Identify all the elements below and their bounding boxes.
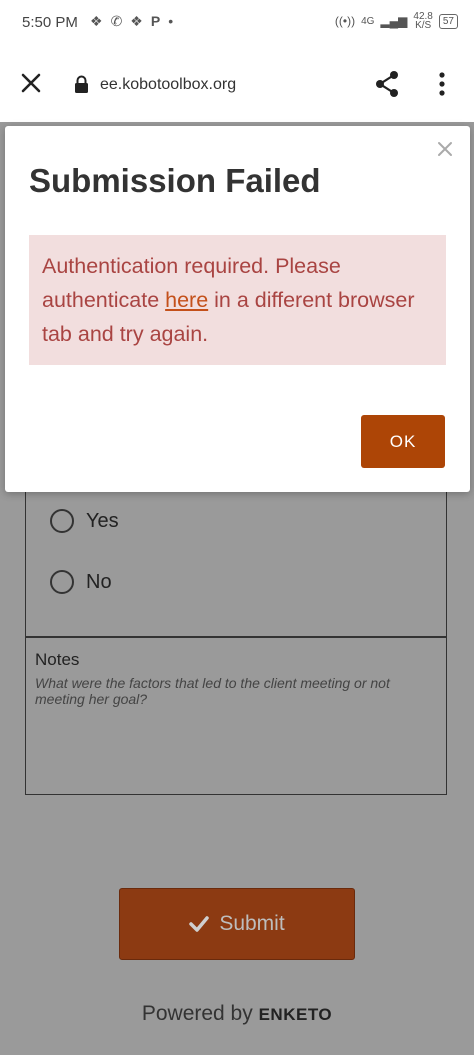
close-dialog-icon[interactable] — [436, 140, 454, 158]
battery-icon: 57 — [438, 13, 458, 29]
submission-failed-dialog: Submission Failed Authentication require… — [5, 126, 470, 492]
signal-icon: ▂▄▆ — [380, 14, 408, 28]
submit-label: Submit — [219, 912, 285, 935]
speed-readout: 42.8 K/S — [413, 11, 433, 31]
network-label: 4G — [361, 15, 375, 27]
submit-button[interactable]: Submit — [119, 888, 355, 960]
notes-field[interactable]: Notes What were the factors that led to … — [25, 637, 447, 795]
question-group: Yes No — [25, 492, 447, 637]
radio-label: No — [86, 570, 112, 593]
close-icon[interactable] — [18, 70, 44, 96]
check-icon — [189, 916, 210, 932]
status-time: 5:50 PM — [22, 14, 78, 31]
notification-icons: ❖ ✆ ❖ P • — [90, 13, 173, 30]
status-bar: 5:50 PM ❖ ✆ ❖ P • ((•)) 4G ▂▄▆ 42.8 K/S … — [0, 0, 474, 48]
url-text[interactable]: ee.kobotoolbox.org — [100, 76, 236, 94]
notes-hint: What were the factors that led to the cl… — [35, 675, 390, 707]
error-alert: Authentication required. Please authenti… — [29, 235, 446, 365]
radio-label: Yes — [86, 509, 119, 532]
dialog-title: Submission Failed — [29, 162, 321, 199]
notes-label: Notes — [35, 650, 80, 669]
enketo-logo[interactable]: ENKETO — [259, 1005, 333, 1024]
lock-icon — [75, 75, 88, 93]
hotspot-icon: ((•)) — [334, 14, 356, 28]
powered-by: Powered by ENKETO — [0, 1002, 474, 1026]
powered-by-text: Powered by — [141, 1002, 253, 1025]
app-notification-icon: ❖ — [90, 13, 103, 29]
whatsapp-icon: ✆ — [110, 13, 123, 29]
browser-toolbar: ee.kobotoolbox.org — [0, 48, 474, 122]
share-icon[interactable] — [374, 70, 400, 98]
radio-option-no[interactable]: No — [50, 570, 112, 594]
more-vert-icon[interactable] — [434, 70, 450, 98]
dot-icon: • — [168, 13, 174, 29]
p-app-icon: P — [150, 13, 161, 29]
radio-button[interactable] — [50, 509, 74, 533]
radio-button[interactable] — [50, 570, 74, 594]
radio-option-yes[interactable]: Yes — [50, 509, 119, 533]
ok-button[interactable]: OK — [361, 415, 445, 468]
app-notification-icon: ❖ — [130, 13, 143, 29]
authenticate-link[interactable]: here — [165, 288, 208, 312]
status-right: ((•)) 4G ▂▄▆ 42.8 K/S 57 — [334, 11, 458, 31]
